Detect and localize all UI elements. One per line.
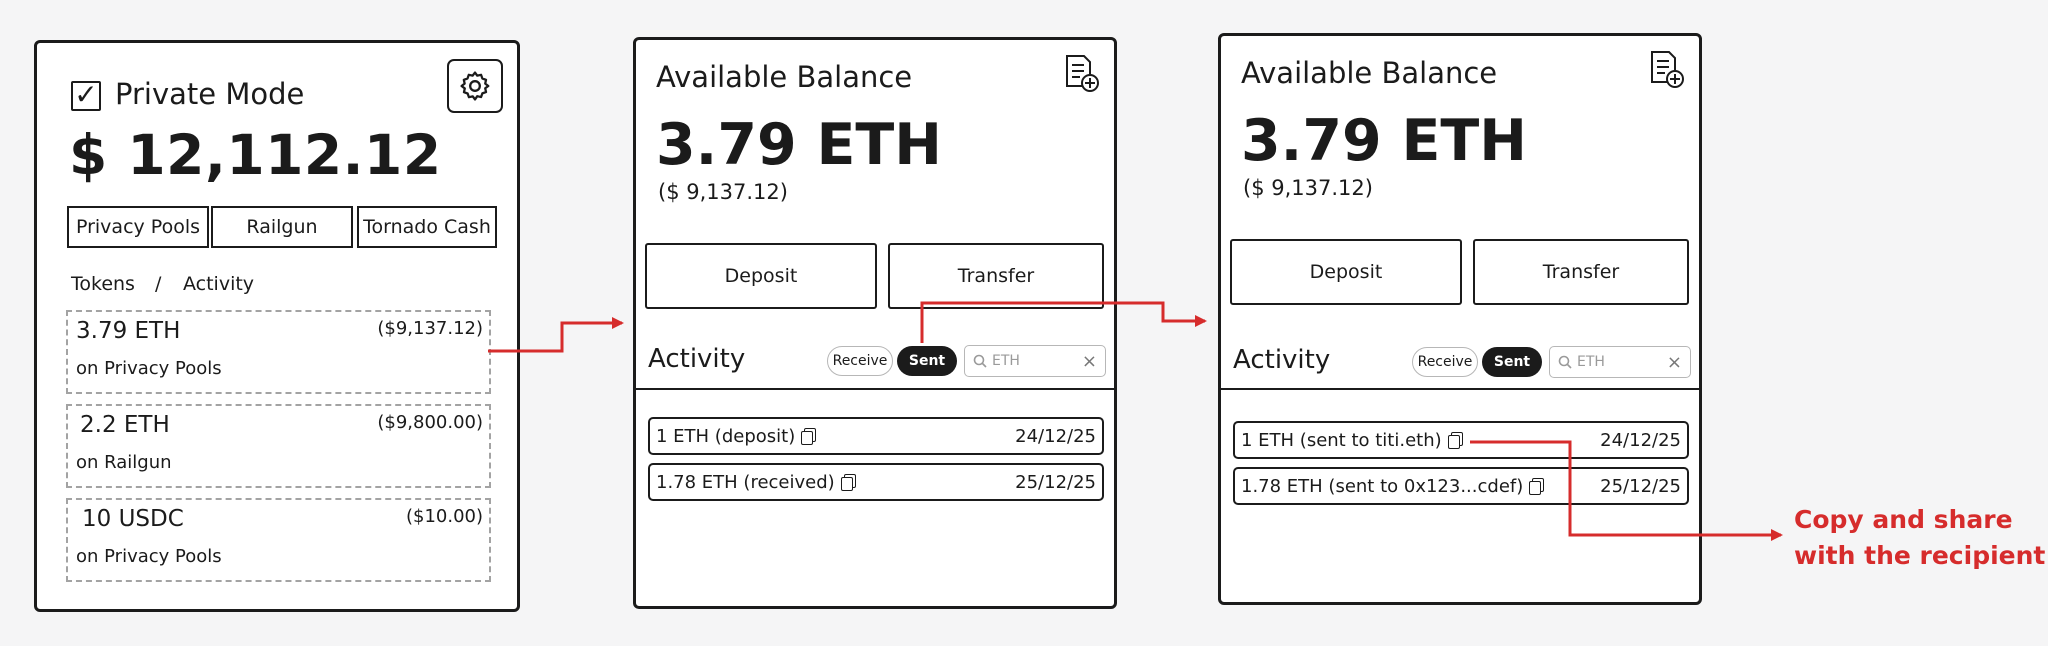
transfer-button[interactable]: Transfer	[1473, 239, 1689, 305]
transaction-label: 1.78 ETH (sent to 0x123...cdef)	[1241, 475, 1524, 497]
eth-balance: 3.79 ETH	[1241, 108, 1528, 174]
token-card[interactable]: 3.79 ETH ($9,137.12) on Privacy Pools	[66, 310, 491, 394]
token-card[interactable]: 2.2 ETH ($9,800.00) on Railgun	[66, 404, 491, 488]
tokens-tab[interactable]: Tokens	[71, 273, 135, 295]
clear-icon[interactable]: ×	[1667, 352, 1682, 373]
token-usd-value: ($10.00)	[405, 506, 483, 527]
copy-icon[interactable]	[1529, 478, 1545, 495]
copy-icon[interactable]	[801, 428, 817, 445]
available-balance-title: Available Balance	[1241, 56, 1498, 90]
transaction-date: 24/12/25	[1015, 425, 1096, 447]
transaction-row[interactable]: 1.78 ETH (received) 25/12/25	[648, 463, 1104, 501]
token-usd-value: ($9,137.12)	[377, 318, 483, 339]
wallet-overview-panel: ✓ Private Mode $ 12,112.12 Privacy Pools…	[34, 40, 520, 612]
annotation-line: with the recipient	[1794, 541, 2046, 570]
add-document-icon[interactable]	[1645, 48, 1687, 90]
clear-icon[interactable]: ×	[1082, 351, 1097, 372]
usd-balance: ($ 9,137.12)	[658, 180, 788, 204]
deposit-button[interactable]: Deposit	[1230, 239, 1462, 305]
add-document-icon[interactable]	[1060, 52, 1102, 94]
available-balance-title: Available Balance	[656, 60, 913, 94]
search-input[interactable]: ETH ×	[1549, 346, 1691, 378]
activity-title: Activity	[648, 344, 746, 374]
copy-share-annotation: Copy and share with the recipient	[1794, 502, 2045, 574]
copy-icon[interactable]	[840, 474, 856, 491]
sent-filter[interactable]: Sent	[897, 346, 957, 376]
annotation-line: Copy and share	[1794, 505, 2013, 534]
transaction-row[interactable]: 1.78 ETH (sent to 0x123...cdef) 25/12/25	[1233, 467, 1689, 505]
settings-button[interactable]	[447, 59, 503, 113]
search-placeholder: ETH	[992, 353, 1020, 369]
eth-balance: 3.79 ETH	[656, 112, 943, 178]
usd-balance: ($ 9,137.12)	[1243, 176, 1373, 200]
private-mode-label: Private Mode	[115, 77, 305, 111]
sent-filter[interactable]: Sent	[1482, 347, 1542, 377]
token-card[interactable]: 10 USDC ($10.00) on Privacy Pools	[66, 498, 491, 582]
token-usd-value: ($9,800.00)	[377, 412, 483, 433]
balance-panel-received: Available Balance 3.79 ETH ($ 9,137.12) …	[633, 37, 1117, 609]
total-balance: $ 12,112.12	[69, 123, 442, 187]
search-placeholder: ETH	[1577, 354, 1605, 370]
search-icon	[973, 354, 987, 368]
transaction-label: 1 ETH (deposit)	[656, 425, 796, 447]
divider	[636, 388, 1114, 390]
activity-title: Activity	[1233, 345, 1331, 375]
token-location: on Privacy Pools	[76, 358, 222, 379]
receive-filter[interactable]: Receive	[827, 346, 893, 376]
tornado-cash-tab[interactable]: Tornado Cash	[357, 206, 497, 248]
receive-filter[interactable]: Receive	[1412, 347, 1478, 377]
search-input[interactable]: ETH ×	[964, 345, 1106, 377]
transaction-row[interactable]: 1 ETH (sent to titi.eth) 24/12/25	[1233, 421, 1689, 459]
divider	[1221, 388, 1699, 390]
deposit-button[interactable]: Deposit	[645, 243, 877, 309]
transaction-label: 1 ETH (sent to titi.eth)	[1241, 429, 1442, 451]
token-amount: 3.79 ETH	[76, 318, 181, 344]
token-amount: 10 USDC	[82, 506, 184, 532]
token-location: on Railgun	[76, 452, 172, 473]
transfer-button[interactable]: Transfer	[888, 243, 1104, 309]
privacy-pools-tab[interactable]: Privacy Pools	[67, 206, 209, 248]
railgun-tab[interactable]: Railgun	[211, 206, 353, 248]
transaction-label: 1.78 ETH (received)	[656, 471, 835, 493]
token-location: on Privacy Pools	[76, 546, 222, 567]
transaction-row[interactable]: 1 ETH (deposit) 24/12/25	[648, 417, 1104, 455]
balance-panel-sent: Available Balance 3.79 ETH ($ 9,137.12) …	[1218, 33, 1702, 605]
transaction-date: 25/12/25	[1600, 475, 1681, 497]
transaction-date: 24/12/25	[1600, 429, 1681, 451]
private-mode-checkbox[interactable]: ✓	[71, 81, 101, 111]
nav-separator: /	[155, 273, 162, 295]
activity-tab[interactable]: Activity	[183, 273, 254, 295]
gear-icon	[460, 71, 490, 101]
search-icon	[1558, 355, 1572, 369]
transaction-date: 25/12/25	[1015, 471, 1096, 493]
token-amount: 2.2 ETH	[80, 412, 170, 438]
copy-icon[interactable]	[1447, 432, 1463, 449]
